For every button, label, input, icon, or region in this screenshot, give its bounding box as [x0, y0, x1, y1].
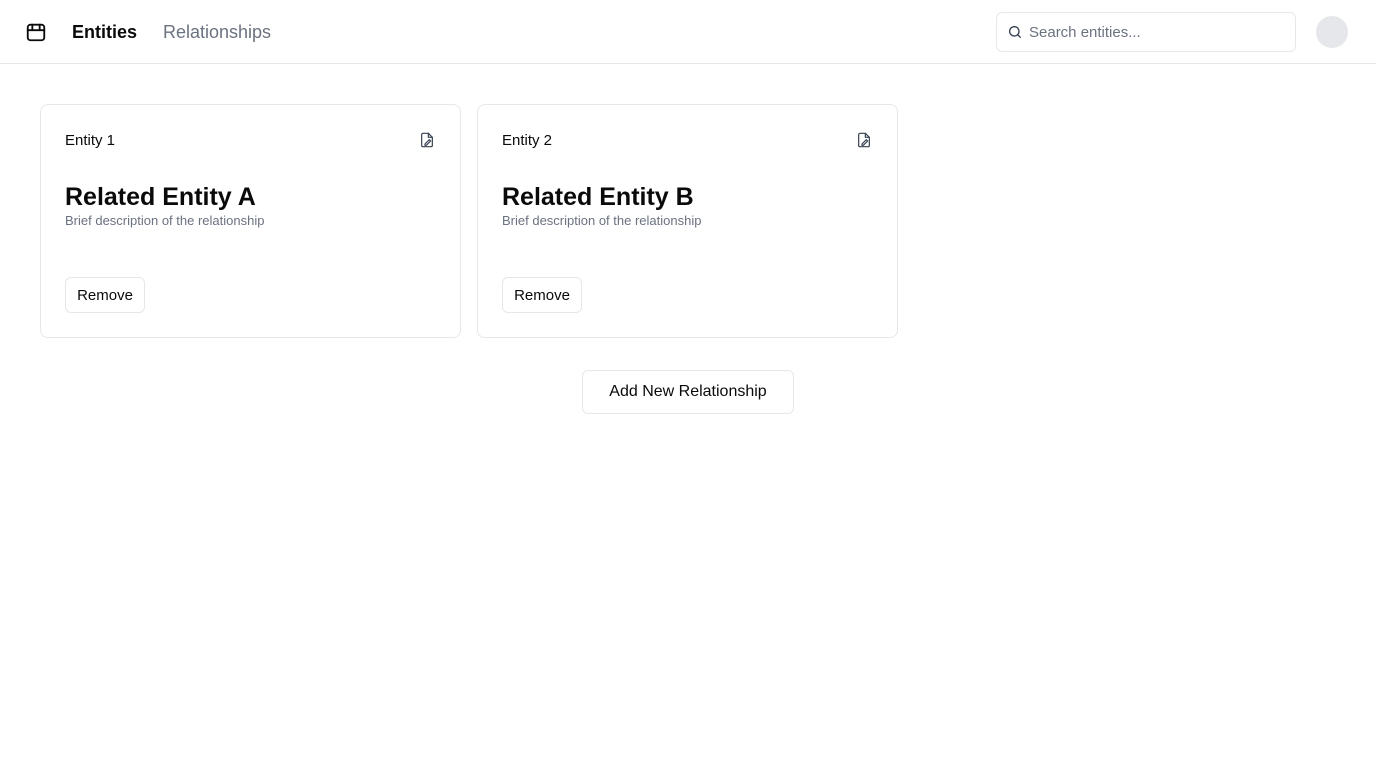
search-icon — [1007, 24, 1023, 40]
remove-button[interactable]: Remove — [502, 277, 582, 313]
relationship-card: Entity 1 Related Entity A Brief descript… — [40, 104, 461, 338]
file-edit-icon[interactable] — [418, 131, 436, 149]
card-title: Related Entity B — [502, 183, 694, 211]
card-entity-label: Entity 1 — [65, 132, 116, 149]
package-icon[interactable] — [24, 20, 48, 44]
card-entity-label: Entity 2 — [502, 132, 553, 149]
search-input[interactable] — [1029, 13, 1289, 51]
remove-button[interactable]: Remove — [65, 277, 145, 313]
search-box[interactable] — [996, 12, 1296, 52]
add-relationship-button[interactable]: Add New Relationship — [582, 370, 794, 414]
nav-entities-link[interactable]: Entities — [72, 20, 137, 44]
card-description: Brief description of the relationship — [65, 213, 265, 228]
card-description: Brief description of the relationship — [502, 213, 702, 228]
file-edit-icon[interactable] — [855, 131, 873, 149]
top-nav-bar: Entities Relationships — [0, 0, 1376, 64]
card-title: Related Entity A — [65, 183, 256, 211]
relationship-card: Entity 2 Related Entity B Brief descript… — [477, 104, 898, 338]
avatar[interactable] — [1316, 16, 1348, 48]
nav-relationships-link[interactable]: Relationships — [163, 20, 271, 44]
